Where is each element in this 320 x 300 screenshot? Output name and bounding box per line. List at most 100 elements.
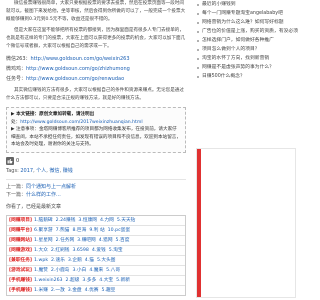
- grid-row: [手机赚钱] 1.weixin263 2.超级 3.多多 4.大宝 5.新新: [7, 276, 185, 286]
- grid-item-link[interactable]: 8.巨海: [72, 226, 86, 235]
- sidebar-item[interactable]: 网赚是不是虚张声势的事为什么？: [196, 63, 300, 72]
- group-link[interactable]: http://www.goldsoun.com/go/renwudao: [26, 76, 124, 82]
- note-line-2: 处：: [11, 119, 21, 125]
- grid-category: [兼职任务]: [9, 257, 33, 263]
- tag-link[interactable]: 赚钱: [63, 168, 73, 174]
- group-label: 任务号：: [6, 76, 27, 82]
- sidebar-item[interactable]: 最近的小赚钱到: [196, 0, 300, 9]
- grid-item-link[interactable]: 6.聚享游: [34, 226, 53, 235]
- grid-row: [手机赚钱] 1.米赚 2.一放 3.金盘 4.优赛 5.趣豆: [7, 286, 185, 295]
- grid-item-link[interactable]: 3.6598: [72, 246, 88, 255]
- grid-item-link[interactable]: 5.新新: [116, 276, 130, 285]
- grid-item-link[interactable]: 2.小鹿岛: [51, 266, 70, 275]
- ad-accent-bar: [197, 149, 201, 297]
- tags-label: Tags:: [6, 167, 19, 174]
- grid-item-link[interactable]: 2.24赚钱: [56, 216, 76, 225]
- article-main: 微信投票赚钱很简单，大家只要根据投票的要求去投票，然后在投票页面等一段时间就可以…: [0, 0, 192, 300]
- grid-item-link[interactable]: 3.金盘: [68, 286, 82, 295]
- grid-item-link[interactable]: 4.魔来: [89, 266, 103, 275]
- grid-item-link[interactable]: 2.红刷钱: [51, 246, 70, 255]
- like-count: 0: [16, 157, 20, 164]
- grid-category: [网赚网站]: [9, 237, 33, 243]
- weibo-link-line: 微鸡鸡：http://www.goldsoun.com/go/zhizhumon…: [6, 64, 186, 74]
- group-link-line: 任务号：http://www.goldsoun.com/go/renwudao: [6, 74, 186, 84]
- divider: [6, 178, 186, 180]
- grid-item-link[interactable]: 3.企鹅: [68, 256, 82, 265]
- sidebar-item[interactable]: 网络营销为什么这么难？如何写好标题: [196, 18, 300, 27]
- grid-item-link[interactable]: 2.超级: [66, 276, 80, 285]
- grid-item-link[interactable]: 3.赚吧网: [77, 236, 96, 245]
- weibo-link[interactable]: http://www.goldsoun.com/go/zhizhumong: [26, 66, 130, 72]
- grid-item-link[interactable]: 1.米赚: [34, 286, 48, 295]
- grid-row: [游戏试玩] 1.魔赞 2.小鹿岛 3.小白 4.魔来 5.八哥: [7, 266, 185, 276]
- grid-item-link[interactable]: 2.速乐: [51, 256, 65, 265]
- prev-post-link[interactable]: 同个通知与上一点解析: [26, 184, 76, 190]
- grid-item-link[interactable]: 1.weixin263: [34, 276, 63, 285]
- sidebar-item[interactable]: 日赚500什么概念？: [196, 72, 300, 81]
- sidebar-article-list: 最近的小赚钱到 每个一门网赚专题淘宝angelababy吧 网络营销为什么这么难…: [196, 0, 300, 81]
- grid-item-link[interactable]: 1.wpk: [34, 256, 48, 265]
- grid-item-link[interactable]: 5.百度: [116, 236, 130, 245]
- sidebar-ad-box: [196, 148, 296, 298]
- note-link[interactable]: http://www.goldsoun.com/2017weixinzhuanq…: [20, 120, 142, 125]
- article-paragraph-2: 但是大家在这里不能够把所有投票的都接到，因为群里面是有很多人专门去接单的，也就是…: [6, 28, 186, 49]
- tag-link[interactable]: 个人: [36, 168, 46, 174]
- thumbs-up-icon[interactable]: [6, 156, 14, 165]
- sidebar-item[interactable]: 广告位的价值是上涨，购买的资质，有没必须: [196, 27, 300, 36]
- grid-item-link[interactable]: 5.淘宝: [109, 246, 123, 255]
- tag-link[interactable]: 2017: [20, 168, 33, 174]
- grid-item-link[interactable]: 5.八哥: [106, 266, 120, 275]
- next-post: 下一篇：什么样的工作...: [6, 191, 186, 199]
- grid-item-link[interactable]: 4.大宝: [99, 276, 113, 285]
- wechat-link-line: 微信263：http://www.goldsoun.com/go/weixin2…: [6, 54, 186, 64]
- grid-item-link[interactable]: 3.多多: [82, 276, 96, 285]
- grid-category: [网赚游戏]: [9, 247, 33, 253]
- grid-row: [兼职任务] 1.wpk 2.速乐 3.企鹅 4.猫 5.大头图: [7, 256, 185, 266]
- grid-category: [手机赚钱]: [9, 287, 33, 293]
- sidebar-item[interactable]: 每个一门网赚专题淘宝angelababy吧: [196, 9, 300, 18]
- grid-category: [手机赚钱]: [9, 277, 33, 283]
- related-notice: 你看了，已经是最新文章: [6, 203, 62, 210]
- grid-item-link[interactable]: 4.优赛: [85, 286, 99, 295]
- sidebar-item[interactable]: 怎样选择门户，如何做好各种推广: [196, 36, 300, 45]
- grid-item-link[interactable]: 9.利 站: [89, 226, 104, 235]
- prev-label: 上一篇：: [6, 183, 27, 190]
- sidebar-item[interactable]: 项目怎么做到个人的项目？: [196, 45, 300, 54]
- grid-item-link[interactable]: 3.恒康网: [78, 216, 97, 225]
- like-widget[interactable]: 0: [6, 156, 186, 165]
- grid-item-link[interactable]: 1.魔赞: [34, 266, 48, 275]
- grid-item-link[interactable]: 7.熊猫: [56, 226, 70, 235]
- grid-item-link[interactable]: 4.爱钱: [92, 246, 106, 255]
- grid-item-link[interactable]: 4.力网: [100, 216, 114, 225]
- grid-item-link[interactable]: 4.猎网: [99, 236, 113, 245]
- note-line-3: ▶ 注意事项：金塔网赚博客所推荐的项目都为网络收集发布，在投资前，请大家仔细查阅…: [11, 127, 181, 147]
- grid-item-link[interactable]: 4.猫: [85, 256, 94, 265]
- grid-item-link[interactable]: 1.脑鹅碑: [34, 216, 53, 225]
- tag-link[interactable]: 微信: [49, 168, 59, 174]
- grid-category: [游戏试玩]: [9, 267, 33, 273]
- grid-item-link[interactable]: 5.大头图: [97, 256, 116, 265]
- wechat-label: 微信263：: [6, 56, 31, 62]
- grid-row: [网赚平台] 6.聚享游 7.熊猫 8.巨海 9.利 站 10.pc蛋蛋: [7, 226, 185, 236]
- grid-item-link[interactable]: 5.趣豆: [101, 286, 115, 295]
- grid-item-link[interactable]: 5.天天钻: [117, 216, 136, 225]
- sidebar-item[interactable]: 淘宝的水怀了方向，找到新营销: [196, 54, 300, 63]
- grid-item-link[interactable]: 3.小白: [72, 266, 86, 275]
- copyright-note: ▶ 本文链接：原创文章如转载，请注明出 处：http://www.goldsou…: [6, 107, 186, 153]
- tag-list: Tags: 2017, 个人, 微信, 赚钱: [6, 167, 73, 174]
- next-label: 下一篇：: [6, 191, 27, 198]
- grid-category: [网赚项目]: [9, 217, 33, 223]
- next-post-link[interactable]: 什么样的工作...: [26, 192, 61, 198]
- grid-item-link[interactable]: 2.任务网: [56, 236, 75, 245]
- grid-row: [网赚项目] 1.脑鹅碑 2.24赚钱 3.恒康网 4.力网 5.天天钻: [7, 216, 185, 226]
- article-paragraph-1: 微信投票赚钱很简单，大家只要根据投票的要求去投票，然后在投票页面等一段时间就可以…: [6, 1, 186, 22]
- wechat-link[interactable]: http://www.goldsoun.com/go/weixin263: [31, 56, 130, 62]
- grid-item-link[interactable]: 10.pc蛋蛋: [108, 226, 130, 235]
- article-paragraph-3: 其实微信赚钱的方法有很多，大家可以根据自己的条件和资源来赚点。无论您是通过什么方…: [6, 88, 184, 101]
- grid-row: [网赚网站] 1.星星网 2.任务网 3.赚吧网 4.猎网 5.百度: [7, 236, 185, 246]
- grid-item-link[interactable]: 2.一放: [51, 286, 65, 295]
- note-line-1: ▶ 本文链接：原创文章如转载，请注明出: [11, 112, 95, 117]
- grid-item-link[interactable]: 1.星星网: [34, 236, 53, 245]
- prev-post: 上一篇：同个通知与上一点解析: [6, 183, 186, 191]
- grid-item-link[interactable]: 1.大众: [34, 246, 48, 255]
